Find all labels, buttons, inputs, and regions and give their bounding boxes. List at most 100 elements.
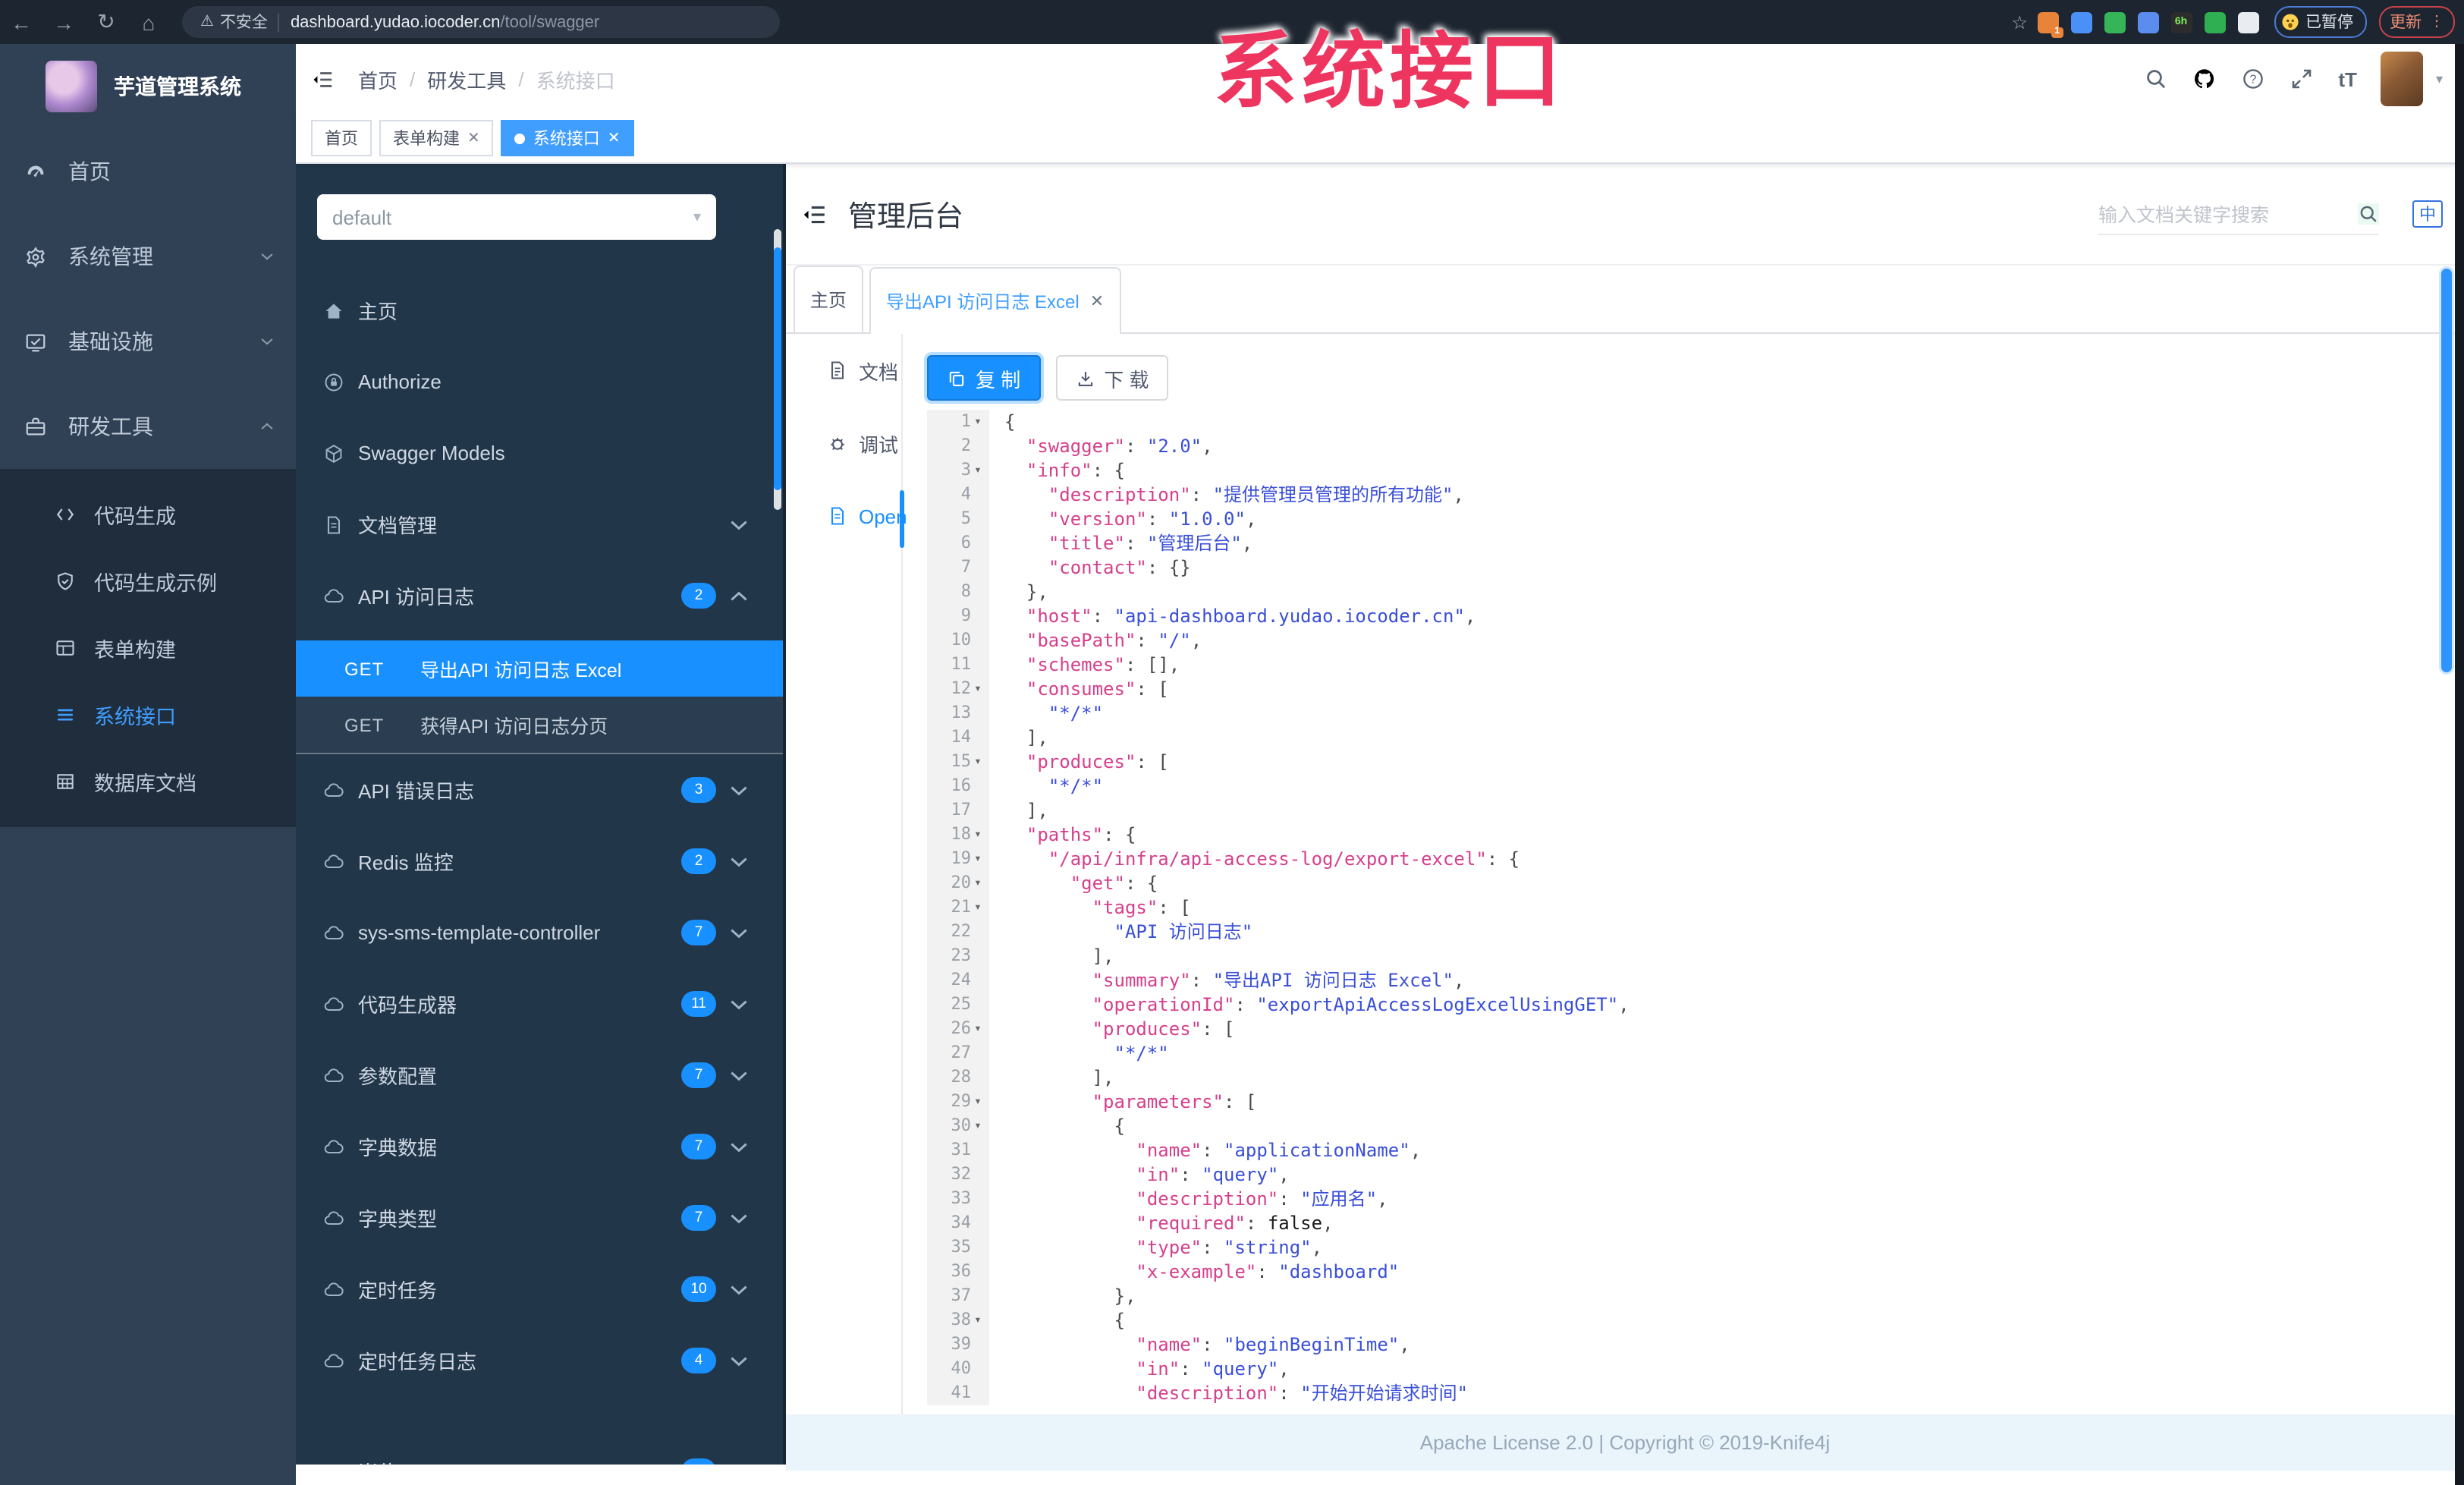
user-menu-caret-icon[interactable]: ▾ [2436, 71, 2443, 87]
grid-extension-icon[interactable] [2137, 11, 2158, 33]
puzzle-extension-icon[interactable]: 1 [2037, 11, 2063, 37]
close-tab-icon[interactable]: ✕ [1090, 291, 1104, 311]
sidebar-collapse-icon[interactable] [311, 68, 334, 90]
swagger-menu-item-12[interactable]: 字典类型 7 [296, 1182, 783, 1254]
swagger-menu-item-13[interactable]: 定时任务 10 [296, 1254, 783, 1325]
line-number[interactable]: 4 [927, 483, 989, 507]
line-number[interactable]: 35 [927, 1235, 989, 1260]
breadcrumb-item[interactable]: 研发工具 [427, 64, 506, 93]
swagger-menu-item-6[interactable]: API 错误日志 3 [296, 754, 783, 826]
update-browser-button[interactable]: 更新 ⋮ [2379, 6, 2455, 38]
download-button[interactable]: 下 载 [1055, 355, 1169, 401]
line-number[interactable]: 31 [927, 1138, 989, 1163]
swagger-menu-item-10[interactable]: 参数配置 7 [296, 1040, 783, 1111]
font-size-icon[interactable]: tT [2338, 68, 2357, 90]
sidebar-item-1[interactable]: 首页 [0, 129, 296, 214]
pin-extension-icon[interactable] [2070, 11, 2092, 33]
app-logo[interactable]: 芋道管理系统 [0, 44, 296, 129]
sidebar-subitem-2[interactable]: 代码生成示例 [0, 548, 296, 615]
timer-extension-icon[interactable]: 6h [2170, 11, 2192, 33]
swagger-menu-item-9[interactable]: 代码生成器 11 [296, 968, 783, 1040]
doc-menu-调试[interactable]: 调试 [786, 407, 901, 480]
swagger-menu-item-1[interactable]: 主页 [296, 275, 783, 346]
fold-caret-icon[interactable]: ▾ [971, 823, 985, 847]
fold-caret-icon[interactable]: ▾ [971, 847, 985, 871]
line-number[interactable]: 28 [927, 1065, 989, 1090]
tag-首页[interactable]: 首页 [311, 120, 372, 156]
doc-collapse-icon[interactable] [801, 201, 827, 227]
fold-caret-icon[interactable]: ▾ [971, 1114, 985, 1138]
doc-menu-Open[interactable]: Open [786, 480, 907, 552]
swagger-menu-item-8[interactable]: sys-sms-template-controller 7 [296, 897, 783, 968]
close-tag-icon[interactable]: ✕ [608, 130, 621, 146]
browser-forward-icon[interactable]: → [42, 10, 85, 34]
api-operation-导出API 访问日志 Excel[interactable]: GET 导出API 访问日志 Excel [296, 640, 783, 697]
swagger-menu-item-14[interactable]: 定时任务日志 4 [296, 1325, 783, 1396]
shield-check-extension-icon[interactable] [2104, 11, 2125, 33]
sidebar-subitem-3[interactable]: 表单构建 [0, 615, 296, 681]
close-tag-icon[interactable]: ✕ [467, 130, 480, 146]
paw-extension-icon[interactable] [2237, 11, 2258, 33]
fullscreen-icon[interactable] [2290, 67, 2314, 91]
line-number[interactable]: 38 ▾ [927, 1308, 989, 1332]
line-number[interactable]: 7 [927, 555, 989, 580]
swagger-menu-item-15[interactable]: 岗位 [296, 1436, 783, 1465]
swagger-menu-item-2[interactable]: Authorize [296, 346, 783, 417]
line-number[interactable]: 12 ▾ [927, 677, 989, 701]
sidebar-item-3[interactable]: 基础设施 [0, 299, 296, 384]
doc-tab-主页[interactable]: 主页 [794, 266, 864, 332]
tag-表单构建[interactable]: 表单构建 ✕ [379, 120, 494, 156]
fold-caret-icon[interactable]: ▾ [971, 1090, 985, 1114]
line-number[interactable]: 14 [927, 725, 989, 750]
sidebar-item-4[interactable]: 研发工具 [0, 384, 296, 469]
line-number[interactable]: 32 [927, 1163, 989, 1187]
fold-caret-icon[interactable]: ▾ [971, 1017, 985, 1041]
browser-reload-icon[interactable]: ↻ [85, 9, 127, 35]
search-icon[interactable] [2358, 203, 2379, 224]
line-number[interactable]: 23 [927, 944, 989, 968]
language-toggle-button[interactable]: 中 [2412, 200, 2443, 228]
line-number[interactable]: 16 [927, 774, 989, 798]
fold-caret-icon[interactable]: ▾ [971, 410, 985, 434]
line-number[interactable]: 8 [927, 580, 989, 604]
line-number[interactable]: 13 [927, 701, 989, 725]
line-number[interactable]: 40 [927, 1357, 989, 1381]
search-icon[interactable] [2144, 67, 2168, 91]
line-number[interactable]: 1 ▾ [927, 410, 989, 434]
sidebar-subitem-5[interactable]: 数据库文档 [0, 748, 296, 815]
swagger-menu-item-3[interactable]: Swagger Models [296, 417, 783, 489]
browser-back-icon[interactable]: ← [0, 10, 42, 34]
line-number[interactable]: 30 ▾ [927, 1114, 989, 1138]
help-icon[interactable]: ? [2241, 67, 2265, 91]
line-number[interactable]: 41 [927, 1381, 989, 1405]
line-number[interactable]: 22 [927, 920, 989, 944]
sidebar-item-2[interactable]: 系统管理 [0, 214, 296, 299]
line-number[interactable]: 6 [927, 531, 989, 555]
sidebar-scrollbar-thumb[interactable] [774, 247, 781, 490]
sidebar-subitem-1[interactable]: 代码生成 [0, 481, 296, 548]
swagger-menu-item-7[interactable]: Redis 监控 2 [296, 826, 783, 897]
line-number[interactable]: 20 ▾ [927, 871, 989, 895]
copy-button[interactable]: 复 制 [927, 355, 1041, 401]
security-label[interactable]: 不安全 [220, 11, 268, 33]
fold-caret-icon[interactable]: ▾ [971, 458, 985, 483]
swagger-menu-item-4[interactable]: 文档管理 [296, 489, 783, 560]
line-number[interactable]: 21 ▾ [927, 895, 989, 920]
doc-menu-文档[interactable]: 文档 [786, 334, 901, 407]
paused-profile-button[interactable]: 已暂停 [2274, 6, 2367, 38]
swagger-menu-item-5[interactable]: API 访问日志 2 [296, 560, 783, 631]
line-number[interactable]: 33 [927, 1187, 989, 1211]
line-number[interactable]: 10 [927, 628, 989, 653]
fold-caret-icon[interactable]: ▾ [971, 1308, 985, 1332]
tag-系统接口[interactable]: 系统接口 ✕ [501, 120, 634, 156]
code-editor[interactable]: 1 ▾{2 "swagger": "2.0", 3 ▾ "info": {4 "des… [927, 410, 2464, 1414]
line-number[interactable]: 19 ▾ [927, 847, 989, 871]
api-operation-获得API 访问日志分页[interactable]: GET 获得API 访问日志分页 [296, 697, 783, 753]
line-number[interactable]: 36 [927, 1260, 989, 1284]
sidebar-subitem-4[interactable]: 系统接口 [0, 681, 296, 748]
breadcrumb-item[interactable]: 首页 [358, 64, 398, 93]
line-number[interactable]: 18 ▾ [927, 823, 989, 847]
line-number[interactable]: 37 [927, 1284, 989, 1308]
doc-tab-导出API 访问日志 Excel[interactable]: 导出API 访问日志 Excel ✕ [869, 267, 1121, 334]
leaf-extension-icon[interactable] [2204, 11, 2225, 33]
